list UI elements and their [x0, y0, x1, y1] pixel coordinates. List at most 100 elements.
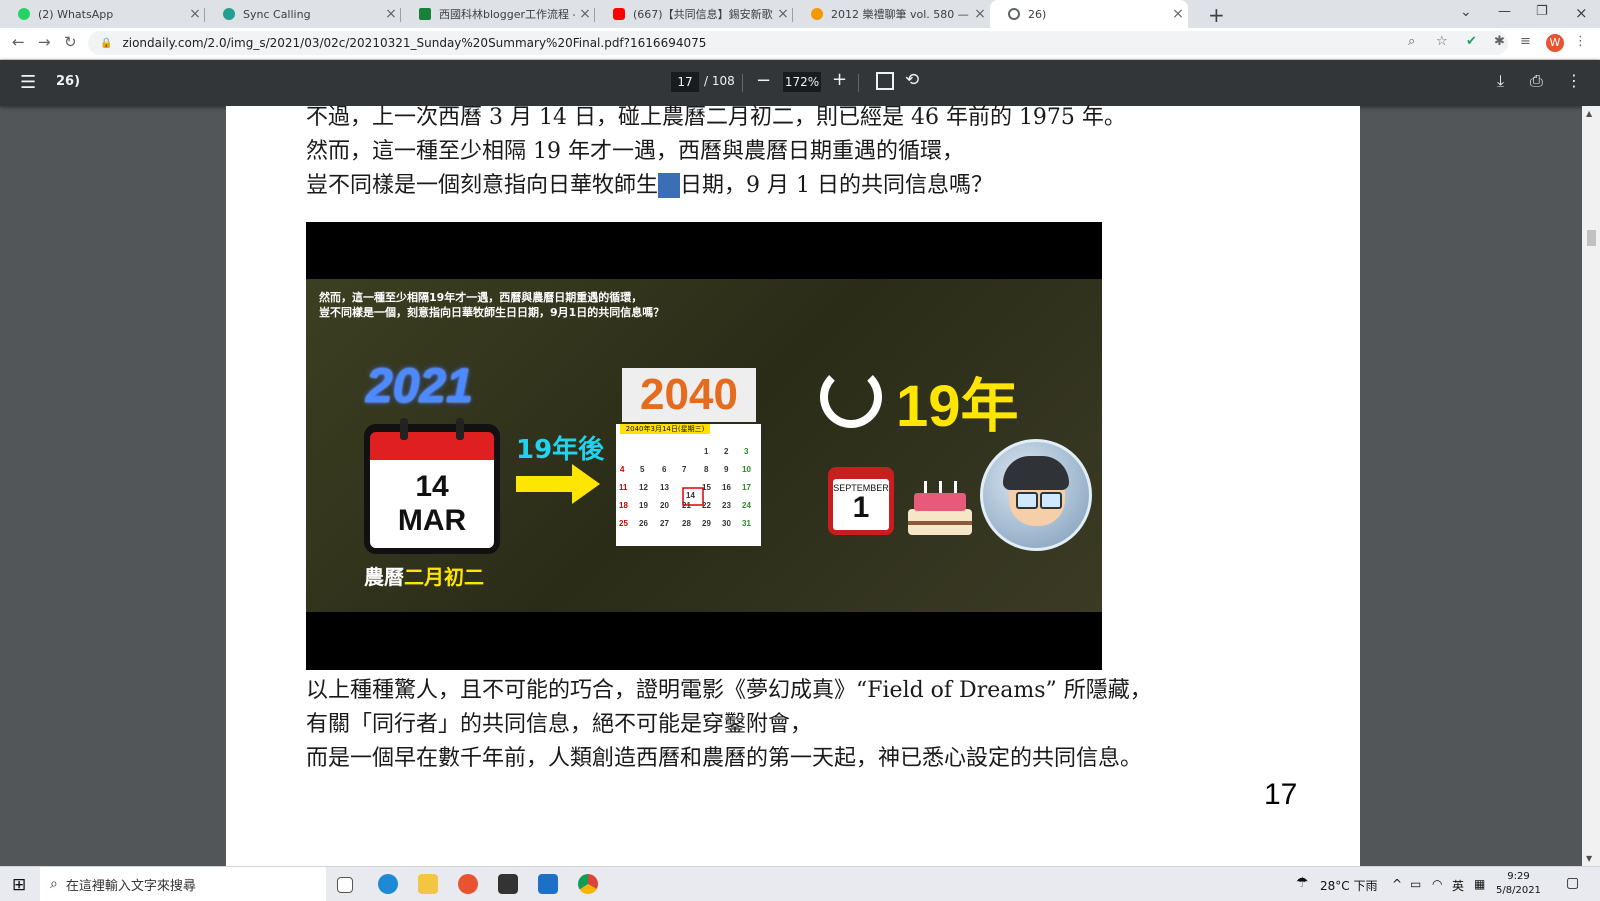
arrow-right-icon	[516, 464, 600, 504]
clock-date: 5/8/2021	[1496, 885, 1541, 896]
calendar-month: MAR	[397, 504, 467, 537]
task-view-icon[interactable]	[337, 877, 353, 893]
media-icon[interactable]: ≡	[1520, 34, 1531, 49]
edge-icon[interactable]	[378, 874, 398, 894]
text-line: 而是一個早在數千年前，人類創造西曆和農曆的第一天起，神已悉心設定的共同信息。	[306, 746, 1143, 771]
mail-icon[interactable]	[538, 874, 558, 894]
close-icon[interactable]: ×	[185, 6, 205, 22]
taskbar-search[interactable]: ⌕ 在這裡輸入文字來搜尋	[40, 867, 326, 901]
tab-title: (667)【共同信息】錫安新歌英文	[633, 8, 773, 21]
tab-title: 26)	[1028, 7, 1047, 21]
svg-text:20: 20	[660, 501, 669, 510]
tab-strip: (2) WhatsApp × Sync Calling × 西國科林blogge…	[0, 0, 1600, 28]
weather-text[interactable]: 28°C 下雨	[1320, 877, 1377, 894]
rotate-icon[interactable]: ⟲	[905, 70, 919, 90]
extensions-icon[interactable]: ✱	[1494, 34, 1505, 49]
text-selection[interactable]: 日	[658, 173, 681, 198]
forward-icon[interactable]: →	[38, 33, 51, 51]
download-icon[interactable]: ⤓	[1497, 71, 1504, 91]
lock-icon: 🔒	[100, 37, 113, 49]
windows-start-icon[interactable]: ⊞	[12, 875, 26, 895]
notification-icon[interactable]: ▢	[1566, 875, 1579, 891]
menu-icon[interactable]: ⋮	[1574, 34, 1587, 49]
svg-text:10: 10	[742, 465, 751, 474]
close-icon[interactable]: ×	[381, 6, 401, 22]
zoom-in-icon[interactable]: +	[832, 69, 847, 90]
tab-whatsapp[interactable]: (2) WhatsApp ×	[0, 0, 205, 28]
ime-indicator[interactable]: 英	[1452, 877, 1464, 894]
face-hair	[1003, 456, 1069, 490]
keyboard-icon[interactable]: ▦	[1474, 877, 1485, 891]
svg-text:2: 2	[724, 447, 729, 456]
tab-blog[interactable]: 2012 樂禮聊筆 vol. 580 — 修補 ×	[793, 0, 990, 28]
extension-check-icon[interactable]: ✔	[1466, 34, 1477, 49]
svg-text:3: 3	[744, 447, 749, 456]
tab-youtube[interactable]: (667)【共同信息】錫安新歌英文 ×	[595, 0, 793, 28]
svg-text:29: 29	[702, 519, 711, 528]
text-line: 以上種種驚人，且不可能的巧合，證明電影《夢幻成真》“Field of Dream…	[306, 678, 1152, 703]
browser-toolbar: ← → ↻ 🔒 ziondaily.com/2.0/img_s/2021/03/…	[0, 28, 1600, 60]
restore-icon[interactable]: ❐	[1536, 4, 1548, 19]
sidebar-menu-icon[interactable]: ☰	[20, 72, 36, 93]
new-tab-button[interactable]: +	[1208, 3, 1225, 27]
window-close-icon[interactable]: ×	[1575, 4, 1588, 22]
svg-text:26: 26	[639, 519, 648, 528]
reload-icon[interactable]: ↻	[64, 33, 77, 51]
page-number-input[interactable]: 17	[671, 72, 699, 92]
svg-text:21: 21	[682, 501, 691, 510]
tab-sync-calling[interactable]: Sync Calling ×	[205, 0, 401, 28]
vertical-scrollbar[interactable]: ▲ ▼	[1582, 106, 1600, 866]
fit-page-icon[interactable]	[876, 72, 894, 90]
calendar-2040-header: 2040年3月14日(星期三)	[620, 424, 710, 434]
zoom-input[interactable]: 172%	[783, 72, 821, 92]
svg-text:19: 19	[639, 501, 648, 510]
battery-icon[interactable]: ▭	[1410, 877, 1421, 891]
chrome-alt-icon[interactable]	[458, 874, 478, 894]
tray-expand-icon[interactable]: ^	[1392, 877, 1402, 891]
divider	[858, 74, 859, 92]
svg-text:14: 14	[686, 491, 695, 500]
close-icon[interactable]: ×	[575, 6, 595, 22]
close-icon[interactable]: ×	[773, 6, 793, 22]
scroll-down-icon[interactable]: ▼	[1586, 854, 1592, 863]
youtube-icon	[613, 8, 625, 20]
zoom-icon[interactable]: ⌕	[1408, 34, 1415, 49]
tab-title: 2012 樂禮聊筆 vol. 580 — 修補	[831, 8, 970, 21]
pdf-page: 不過，上一次西曆 3 月 14 日，碰上農曆二月初二，則已經是 46 年前的 1…	[226, 105, 1360, 866]
close-icon[interactable]: ×	[1168, 6, 1188, 22]
pdf-title: 26)	[56, 74, 81, 89]
svg-text:16: 16	[722, 483, 731, 492]
wifi-icon[interactable]: ◠	[1432, 877, 1442, 891]
tab-google-sheets[interactable]: 西國科林blogger工作流程 - Goo ×	[401, 0, 595, 28]
calendar-2040-grid: 123 4 5 6 7 8 9 10 11 12 13 14 15 16 17 18 19 20 21 22 23…	[616, 424, 761, 546]
svg-text:23: 23	[722, 501, 731, 510]
file-explorer-icon[interactable]	[418, 874, 438, 894]
minimize-icon[interactable]: —	[1498, 4, 1511, 19]
print-icon[interactable]: ⎙	[1530, 71, 1543, 91]
profile-avatar[interactable]: W	[1546, 34, 1564, 52]
close-icon[interactable]: ×	[970, 6, 990, 22]
zoom-out-icon[interactable]: −	[756, 70, 771, 91]
address-bar[interactable]: 🔒 ziondaily.com/2.0/img_s/2021/03/02c/20…	[88, 31, 1508, 55]
more-options-icon[interactable]: ⋮	[1566, 71, 1582, 90]
scrollbar-thumb[interactable]	[1587, 230, 1596, 246]
globe-icon	[1008, 8, 1020, 20]
tab-title: (2) WhatsApp	[38, 7, 114, 21]
calendar-grid-icon: 123 4 5 6 7 8 9 10 11 12 131415 16 17 18 19 20 21 22 23…	[619, 447, 751, 528]
tab-search-icon[interactable]: ⌄	[1460, 4, 1472, 20]
svg-text:22: 22	[702, 501, 711, 510]
scroll-up-icon[interactable]: ▲	[1586, 109, 1592, 118]
tab-pdf-active[interactable]: 26) ×	[990, 0, 1188, 28]
pastor-avatar-illustration	[980, 439, 1092, 551]
store-icon[interactable]	[498, 874, 518, 894]
svg-text:4: 4	[620, 465, 625, 474]
calendar-icon: 14 MAR	[364, 418, 500, 554]
september-calendar-face: SEPTEMBER 1	[833, 479, 889, 530]
taskbar-clock[interactable]: 9:29 5/8/2021	[1496, 870, 1541, 898]
back-icon[interactable]: ←	[12, 33, 25, 51]
bookmark-star-icon[interactable]: ☆	[1436, 34, 1448, 49]
chrome-icon[interactable]	[578, 874, 598, 894]
calendar-day: 14	[415, 470, 449, 503]
year-2021-label: 2021	[366, 360, 473, 413]
weather-icon: ☂	[1296, 875, 1309, 891]
